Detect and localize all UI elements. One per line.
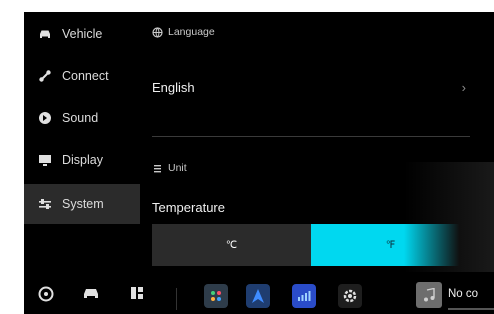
divider: [152, 136, 470, 137]
language-selector[interactable]: English ›: [152, 74, 470, 100]
language-section-heading: Language: [152, 26, 215, 38]
unit-icon: [152, 163, 163, 174]
settings-app-icon[interactable]: [204, 284, 228, 308]
navigation-app-icon[interactable]: [246, 284, 270, 308]
sidebar-item-label: System: [62, 197, 104, 211]
settings-sidebar: Vehicle Connect Sound Display System: [24, 12, 140, 272]
sidebar-item-label: Display: [62, 153, 103, 167]
chevron-right-icon: ›: [461, 79, 466, 95]
music-icon[interactable]: [416, 282, 442, 308]
monitor-icon: [38, 153, 52, 167]
language-value: English: [152, 79, 195, 95]
media-app-icon[interactable]: [292, 284, 316, 308]
car-icon[interactable]: [82, 286, 100, 300]
speaker-icon: [38, 111, 52, 125]
sidebar-item-vehicle[interactable]: Vehicle: [24, 14, 140, 54]
unit-section-heading: Unit: [152, 162, 187, 174]
sidebar-item-system[interactable]: System: [24, 184, 140, 224]
celsius-option[interactable]: ℃: [152, 224, 311, 266]
dock-separator: [176, 288, 177, 310]
sidebar-item-display[interactable]: Display: [24, 140, 140, 180]
sliders-icon: [38, 197, 52, 211]
now-playing-text: No co: [448, 288, 479, 300]
car-icon: [38, 27, 52, 41]
sidebar-item-label: Sound: [62, 111, 99, 125]
gear-app-icon[interactable]: [338, 284, 362, 308]
sidebar-item-label: Vehicle: [62, 27, 103, 41]
unit-heading: Unit: [168, 162, 187, 174]
sidebar-item-connect[interactable]: Connect: [24, 56, 140, 96]
sidebar-item-sound[interactable]: Sound: [24, 98, 140, 138]
connect-icon: [38, 69, 52, 83]
settings-screen: Vehicle Connect Sound Display System Lan…: [24, 12, 494, 314]
steering-wheel-icon[interactable]: [38, 286, 54, 302]
language-heading: Language: [168, 26, 215, 38]
temperature-label: Temperature: [152, 200, 225, 215]
apps-grid-icon[interactable]: [130, 286, 144, 300]
globe-icon: [152, 26, 163, 38]
media-progress-bar: [448, 308, 494, 310]
background-shade: [404, 162, 494, 272]
sidebar-item-label: Connect: [62, 69, 109, 83]
